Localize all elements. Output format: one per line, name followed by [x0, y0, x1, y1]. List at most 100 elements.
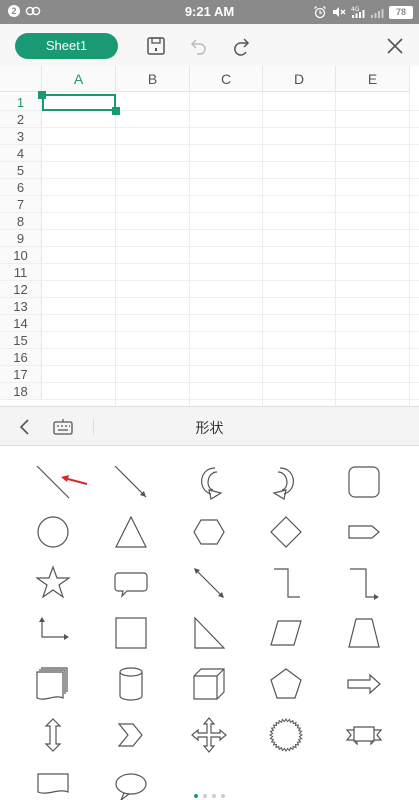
shape-elbow-arrow-connector-icon[interactable]	[342, 561, 386, 605]
shape-quad-arrow-icon[interactable]	[187, 713, 231, 757]
shape-double-arrow-line-icon[interactable]	[187, 561, 231, 605]
shape-chevron-icon[interactable]	[109, 713, 153, 757]
shape-curved-arrow-left-icon[interactable]	[187, 460, 231, 504]
page-dot	[221, 794, 225, 798]
grid-row-line	[42, 297, 419, 298]
shape-ribbon-icon[interactable]	[342, 713, 386, 757]
row-header-8[interactable]: 8	[0, 213, 42, 230]
grid-row-line	[42, 127, 419, 128]
row-header-11[interactable]: 11	[0, 264, 42, 281]
shape-arrow-line-icon[interactable]	[109, 460, 153, 504]
selection-handle-top-left[interactable]	[38, 91, 46, 99]
row-header-4[interactable]: 4	[0, 145, 42, 162]
shape-pentagon-icon[interactable]	[264, 662, 308, 706]
row-header-3[interactable]: 3	[0, 128, 42, 145]
column-header-e[interactable]: E	[336, 66, 410, 92]
row-header-16[interactable]: 16	[0, 349, 42, 366]
grid-row-line	[42, 314, 419, 315]
row-header-9[interactable]: 9	[0, 230, 42, 247]
grid-column-line	[115, 92, 116, 406]
column-header-d[interactable]: D	[263, 66, 336, 92]
shape-triangle-icon[interactable]	[109, 510, 153, 554]
selection-handle-bottom-right[interactable]	[112, 107, 120, 115]
column-header-a[interactable]: A	[42, 66, 116, 92]
save-icon[interactable]	[145, 35, 167, 57]
signal-4g-icon: 4G	[351, 6, 365, 18]
row-header-6[interactable]: 6	[0, 179, 42, 196]
grid-row-line	[42, 229, 419, 230]
undo-icon[interactable]	[188, 35, 210, 57]
grid-row-line	[42, 263, 419, 264]
page-dot	[212, 794, 216, 798]
page-dot	[203, 794, 207, 798]
grid-row-line	[42, 144, 419, 145]
shape-rectangle-icon[interactable]	[109, 611, 153, 655]
shape-document-icon[interactable]	[31, 762, 75, 800]
grid-row-line	[42, 331, 419, 332]
grid-row-line	[42, 195, 419, 196]
grid-column-line	[409, 92, 410, 406]
shape-elbow-double-arrow-connector-icon[interactable]	[31, 611, 75, 655]
page-dot	[194, 794, 198, 798]
row-header-7[interactable]: 7	[0, 196, 42, 213]
row-header-18[interactable]: 18	[0, 383, 42, 400]
spreadsheet-grid[interactable]: A B C D E 1 2 3 4 5 6 7 8 9 10 11 12 13 14 15 16 17 18	[0, 66, 419, 406]
shape-trapezoid-icon[interactable]	[342, 611, 386, 655]
shape-oval-icon[interactable]	[31, 510, 75, 554]
row-header-2[interactable]: 2	[0, 111, 42, 128]
mute-icon	[333, 7, 346, 17]
shape-rounded-rectangle-icon[interactable]	[342, 460, 386, 504]
grid-row-line	[42, 246, 419, 247]
alarm-icon	[314, 6, 326, 19]
panel-title: 形状	[195, 420, 224, 436]
shapes-grid	[0, 446, 419, 800]
row-header-5[interactable]: 5	[0, 162, 42, 179]
shape-parallelogram-icon[interactable]	[264, 611, 308, 655]
grid-row-line	[42, 212, 419, 213]
row-header-10[interactable]: 10	[0, 247, 42, 264]
annotation-arrow-icon	[58, 472, 90, 488]
shape-multi-document-icon[interactable]	[31, 662, 75, 706]
column-header-c[interactable]: C	[190, 66, 263, 92]
row-header-14[interactable]: 14	[0, 315, 42, 332]
grid-row-line	[42, 365, 419, 366]
grid-row-line	[42, 178, 419, 179]
shape-elbow-connector-icon[interactable]	[264, 561, 308, 605]
shape-right-arrow-icon[interactable]	[342, 662, 386, 706]
grid-row-line	[42, 382, 419, 383]
shape-diamond-icon[interactable]	[264, 510, 308, 554]
network-label: 4G	[351, 6, 360, 13]
shape-cube-icon[interactable]	[187, 662, 231, 706]
signal-bars-icon	[371, 9, 384, 18]
grid-column-line	[335, 92, 336, 406]
row-header-15[interactable]: 15	[0, 332, 42, 349]
row-header-12[interactable]: 12	[0, 281, 42, 298]
select-all-corner[interactable]	[0, 66, 42, 92]
sheet-name-button[interactable]: Sheet1	[15, 33, 118, 59]
shape-hexagon-icon[interactable]	[187, 510, 231, 554]
grid-row-line	[42, 280, 419, 281]
grid-row-line	[42, 399, 419, 400]
row-header-1[interactable]: 1	[0, 94, 42, 111]
redo-icon[interactable]	[230, 35, 252, 57]
battery-level: 78	[389, 5, 413, 19]
row-header-17[interactable]: 17	[0, 366, 42, 383]
grid-row-line	[42, 161, 419, 162]
close-icon[interactable]	[384, 35, 406, 57]
shape-cylinder-icon[interactable]	[109, 662, 153, 706]
selected-cell-a1[interactable]	[42, 94, 116, 111]
row-header-13[interactable]: 13	[0, 298, 42, 315]
shape-ellipse-callout-icon[interactable]	[109, 762, 153, 800]
column-header-b[interactable]: B	[116, 66, 190, 92]
shape-speech-bubble-icon[interactable]	[109, 561, 153, 605]
grid-column-line	[189, 92, 190, 406]
shape-curved-arrow-right-icon[interactable]	[264, 460, 308, 504]
shapes-panel-header: 形状	[0, 406, 419, 446]
shape-pentagon-arrow-icon[interactable]	[342, 510, 386, 554]
top-toolbar: Sheet1	[0, 24, 419, 66]
shape-seal-icon[interactable]	[264, 713, 308, 757]
shape-right-triangle-icon[interactable]	[187, 611, 231, 655]
shape-up-down-arrow-icon[interactable]	[31, 713, 75, 757]
grid-column-line	[262, 92, 263, 406]
shape-star-icon[interactable]	[31, 561, 75, 605]
